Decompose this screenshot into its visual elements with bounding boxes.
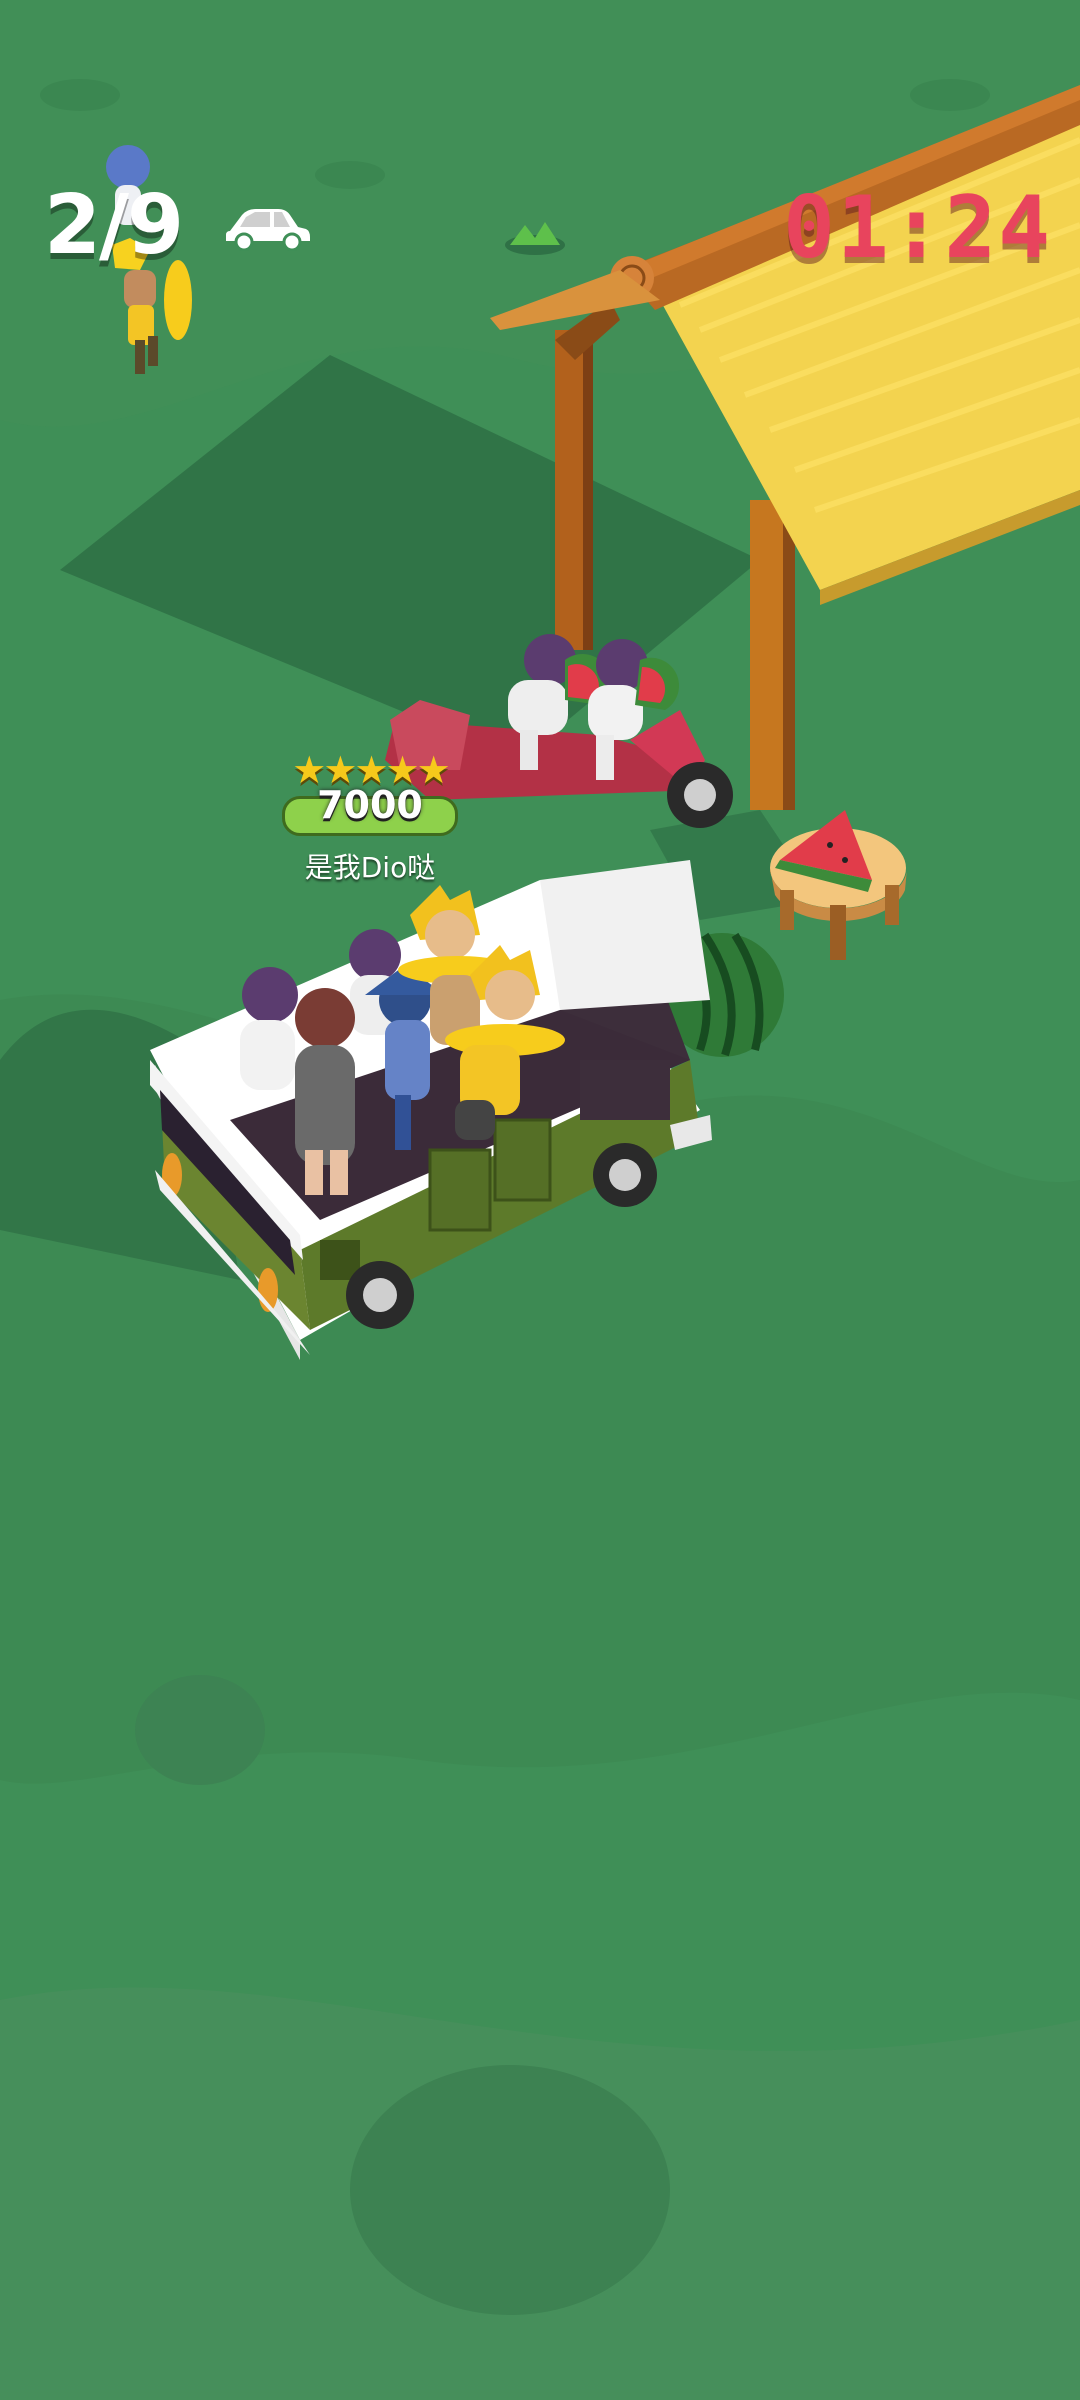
player-tag: ★★★★★ 7000 是我Dio哒 [270, 748, 470, 886]
car-icon [226, 208, 311, 251]
player-name: 是我Dio哒 [304, 851, 436, 884]
passenger-count-text: 2/9 [44, 178, 184, 273]
score-value: 7000 [317, 783, 423, 827]
countdown-timer: 01:24 [783, 178, 1052, 278]
score-bar: 7000 [282, 783, 458, 836]
passenger-counter: 2/9 [44, 178, 312, 273]
passenger-1 [240, 967, 298, 1090]
game-scene [0, 0, 1080, 2400]
